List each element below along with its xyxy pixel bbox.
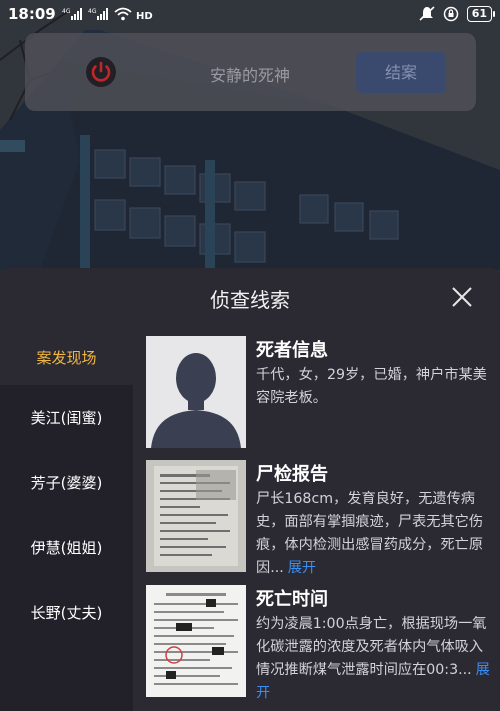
sidebar-item-yihui[interactable]: 伊慧(姐姐) [0,515,133,580]
panel-title: 侦查线索 [210,288,290,312]
sidebar-item-label: 案发现场 [36,349,97,367]
signal-icon: 4G [62,8,82,20]
hd-icon: HD [136,11,153,22]
player-name: 安静的死神 [210,66,291,85]
clue-text: 尸长168cm，发育良好，无遗传病史，面部有掌掴痕迹，尸表无其它伤痕，体内检测出… [256,491,484,576]
sidebar-item-label: 长野(丈夫) [30,604,103,622]
sidebar-item-label: 美江(闺蜜) [30,409,103,427]
signal-icon-2: 4G [88,8,108,20]
close-case-button[interactable]: 结案 [356,52,446,93]
clue-title: 尸检报告 [256,464,328,485]
sidebar-item-fangzi[interactable]: 芳子(婆婆) [0,450,133,515]
sidebar-item-label: 芳子(婆婆) [30,474,103,492]
sidebar-item-meijiang[interactable]: 美江(闺蜜) [0,385,133,450]
suspect-sidebar: 案发现场 美江(闺蜜) 芳子(婆婆) 伊慧(姐姐) 长野(丈夫) [0,330,133,711]
battery-indicator: 61 [466,6,496,22]
lock-rotation-icon [443,6,458,22]
clue-item-victim-info[interactable]: 死者信息 千代，女，29岁，已婚，神户市某美容院老板。 [146,336,500,448]
victim-avatar-image [146,336,246,448]
clue-text: 千代，女，29岁，已婚，神户市某美容院老板。 [256,367,487,406]
clue-list: 死者信息 千代，女，29岁，已婚，神户市某美容院老板。 尸检报告 尸长168cm… [133,330,500,711]
signal-group: 4G 4G HD [62,6,156,22]
clue-item-time-of-death[interactable]: 死亡时间 约为凌晨1:00点身亡，根据现场一氧化碳泄露的浓度及死者体内气体吸入情… [146,585,500,701]
autopsy-report-image [146,460,246,572]
status-time: 18:09 [8,5,56,23]
status-bar: 18:09 4G 4G HD 61 [0,0,500,28]
power-icon[interactable] [85,56,117,88]
clue-text: 约为凌晨1:00点身亡，根据现场一氧化碳泄露的浓度及死者体内气体吸入情况推断煤气… [256,616,490,701]
death-time-document-image [146,585,246,697]
expand-link[interactable]: 展开 [288,560,316,576]
svg-text:4G: 4G [88,8,97,15]
clue-title: 死亡时间 [256,589,328,610]
clue-item-autopsy-report[interactable]: 尸检报告 尸长168cm，发育良好，无遗传病史，面部有掌掴痕迹，尸表无其它伤痕，… [146,460,500,576]
sidebar-item-label: 伊慧(姐姐) [30,539,103,557]
svg-text:HD: HD [136,11,153,22]
svg-text:4G: 4G [62,8,71,15]
clue-title: 死者信息 [256,340,328,361]
player-card: 安静的死神 结案 [25,33,476,111]
sidebar-item-crime-scene[interactable]: 案发现场 [0,330,133,385]
mute-bell-icon [419,6,435,21]
close-icon[interactable] [450,285,474,309]
wifi-icon [114,7,132,21]
clue-panel: 侦查线索 案发现场 美江(闺蜜) 芳子(婆婆) 伊慧(姐姐) 长野(丈夫) 死者… [0,268,500,711]
sidebar-item-changye[interactable]: 长野(丈夫) [0,580,133,645]
